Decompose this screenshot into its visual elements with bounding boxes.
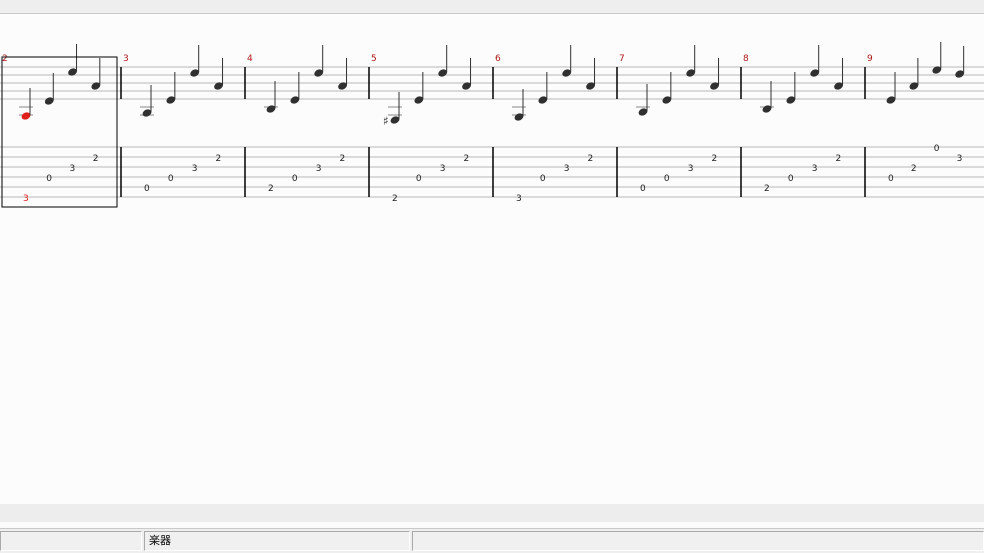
tab-fret-number[interactable]: 3 — [440, 164, 446, 174]
status-bar: 楽器 — [0, 528, 984, 553]
measure-number: 9 — [867, 54, 873, 64]
status-instrument-label: 楽器 — [149, 534, 171, 547]
tab-fret-number[interactable]: 2 — [712, 154, 718, 164]
measure-number: 4 — [247, 54, 253, 64]
tab-fret-number[interactable]: 0 — [168, 174, 174, 184]
tab-fret-number[interactable]: 2 — [392, 194, 398, 204]
tab-fret-number[interactable]: 0 — [416, 174, 422, 184]
tab-fret-number[interactable]: 2 — [268, 184, 274, 194]
measure-number: 8 — [743, 54, 749, 64]
tab-fret-number[interactable]: 2 — [588, 154, 594, 164]
score-area[interactable]: 2 3 0 3 2 3 0 0 3 2 4 2 0 3 2 5 ♯ 2 0 3 2 6 3 0 3 2 7 0 0 3 2 8 2 0 3 2 9 0 2 0… — [0, 14, 984, 504]
horizontal-scroll-area — [0, 504, 984, 522]
tab-fret-number[interactable]: 0 — [934, 144, 940, 154]
tab-fret-number[interactable]: 0 — [888, 174, 894, 184]
tab-fret-number[interactable]: 2 — [216, 154, 222, 164]
tablature-score[interactable]: 2 3 0 3 2 3 0 0 3 2 4 2 0 3 2 5 ♯ 2 0 3 2 6 3 0 3 2 7 0 0 3 2 8 2 0 3 2 9 0 2 0… — [0, 14, 984, 504]
tab-fret-number[interactable]: 3 — [516, 194, 522, 204]
status-pane-right — [412, 531, 984, 551]
tab-fret-number[interactable]: 2 — [764, 184, 770, 194]
measure-number: 7 — [619, 54, 625, 64]
tab-fret-number[interactable]: 0 — [46, 174, 52, 184]
tab-fret-number[interactable]: 3 — [316, 164, 322, 174]
tab-fret-number[interactable]: 3 — [23, 194, 29, 204]
top-toolbar — [0, 0, 984, 14]
tab-fret-number[interactable]: 2 — [340, 154, 346, 164]
status-pane-left — [0, 531, 142, 551]
tab-fret-number[interactable]: 2 — [836, 154, 842, 164]
tab-fret-number[interactable]: 0 — [540, 174, 546, 184]
measure-number: 5 — [371, 54, 377, 64]
tab-fret-number[interactable]: 0 — [640, 184, 646, 194]
status-pane-instrument: 楽器 — [144, 531, 410, 551]
tab-fret-number[interactable]: 3 — [688, 164, 694, 174]
tab-fret-number[interactable]: 2 — [464, 154, 470, 164]
measure-number: 2 — [2, 54, 8, 64]
tab-fret-number[interactable]: 3 — [70, 164, 76, 174]
measure-number: 3 — [123, 54, 129, 64]
measure-number: 6 — [495, 54, 501, 64]
tab-fret-number[interactable]: 2 — [93, 154, 99, 164]
tab-fret-number[interactable]: 0 — [144, 184, 150, 194]
tab-fret-number[interactable]: 0 — [292, 174, 298, 184]
tab-fret-number[interactable]: 3 — [564, 164, 570, 174]
tab-fret-number[interactable]: 2 — [911, 164, 917, 174]
tab-fret-number[interactable]: 3 — [192, 164, 198, 174]
tab-fret-number[interactable]: 3 — [957, 154, 963, 164]
tab-fret-number[interactable]: 0 — [664, 174, 670, 184]
sharp-accidental: ♯ — [383, 114, 389, 128]
tab-fret-number[interactable]: 0 — [788, 174, 794, 184]
tab-fret-number[interactable]: 3 — [812, 164, 818, 174]
